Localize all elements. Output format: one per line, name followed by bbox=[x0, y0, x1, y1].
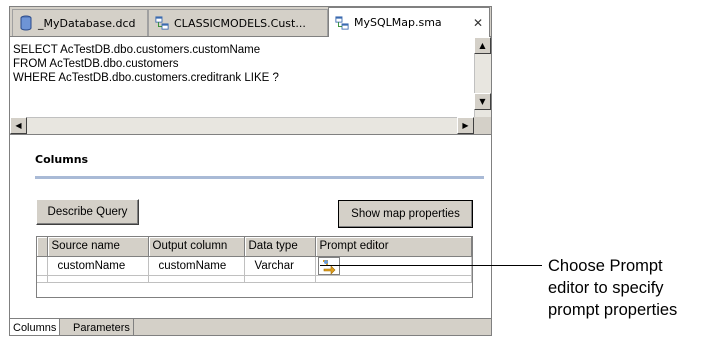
data-type-cell[interactable]: Varchar bbox=[244, 256, 316, 276]
row-header-cell bbox=[37, 275, 48, 283]
callout-line-3: prompt properties bbox=[548, 301, 678, 319]
sql-text-area[interactable]: SELECT AcTestDB.dbo.customers.customName… bbox=[10, 37, 491, 135]
bottom-tabbar: Columns Parameters bbox=[10, 318, 491, 335]
source-name-cell[interactable]: customName bbox=[47, 256, 149, 276]
column-header-output-column[interactable]: Output column bbox=[148, 237, 245, 257]
database-icon bbox=[20, 15, 32, 31]
tab-parameters[interactable]: Parameters bbox=[70, 319, 134, 335]
empty-cell bbox=[244, 275, 316, 283]
sql-query-text: SELECT AcTestDB.dbo.customers.customName… bbox=[13, 44, 279, 84]
tab-columns[interactable]: Columns bbox=[10, 319, 61, 335]
close-icon[interactable]: ✕ bbox=[473, 16, 483, 30]
describe-query-button[interactable]: Describe Query bbox=[36, 199, 139, 225]
vertical-scrollbar[interactable]: ▲ ▼ bbox=[474, 37, 491, 119]
empty-cell bbox=[148, 275, 245, 283]
row-header-cell bbox=[37, 256, 48, 276]
tab-mydatabase[interactable]: _MyDatabase.dcd bbox=[12, 9, 148, 36]
output-column-cell[interactable]: customName bbox=[148, 256, 245, 276]
row-header-cell bbox=[37, 237, 48, 257]
horizontal-scrollbar[interactable]: ◀ ▶ bbox=[10, 117, 474, 134]
section-divider bbox=[35, 176, 484, 179]
table-row bbox=[37, 275, 472, 283]
tab-label: CLASSICMODELS.Cust... bbox=[174, 16, 306, 30]
map-icon bbox=[155, 16, 169, 30]
column-header-data-type[interactable]: Data type bbox=[244, 237, 316, 257]
callout-line-2: editor to specify bbox=[548, 279, 664, 297]
empty-cell bbox=[47, 275, 149, 283]
tab-mysqlmap[interactable]: MySQLMap.sma ✕ bbox=[328, 7, 490, 37]
grid-header-row: Source name Output column Data type Prom… bbox=[37, 237, 472, 257]
tab-label: _MyDatabase.dcd bbox=[38, 16, 136, 30]
editor-tabbar: _MyDatabase.dcd CLASSICMODELS.Cust... My… bbox=[10, 7, 491, 37]
empty-cell bbox=[315, 275, 472, 283]
map-icon bbox=[335, 15, 349, 30]
callout-line-1: Choose Prompt bbox=[548, 257, 663, 275]
scroll-left-icon[interactable]: ◀ bbox=[10, 117, 27, 134]
column-header-prompt-editor[interactable]: Prompt editor bbox=[315, 237, 472, 257]
tab-label: MySQLMap.sma bbox=[354, 16, 442, 29]
show-map-properties-button[interactable]: Show map properties bbox=[338, 200, 473, 228]
scroll-down-icon[interactable]: ▼ bbox=[474, 93, 491, 110]
scroll-right-icon[interactable]: ▶ bbox=[457, 117, 474, 134]
scroll-up-icon[interactable]: ▲ bbox=[474, 37, 491, 54]
columns-grid: Source name Output column Data type Prom… bbox=[36, 236, 473, 298]
columns-section-title: Columns bbox=[35, 153, 89, 166]
scrollbar-corner bbox=[474, 117, 491, 134]
callout-leader-line bbox=[320, 265, 542, 266]
map-editor-window: _MyDatabase.dcd CLASSICMODELS.Cust... My… bbox=[9, 6, 492, 336]
column-header-source-name[interactable]: Source name bbox=[47, 237, 149, 257]
callout-annotation: Choose Prompt editor to specify prompt p… bbox=[548, 255, 677, 321]
tab-classicmodels[interactable]: CLASSICMODELS.Cust... bbox=[148, 9, 328, 36]
